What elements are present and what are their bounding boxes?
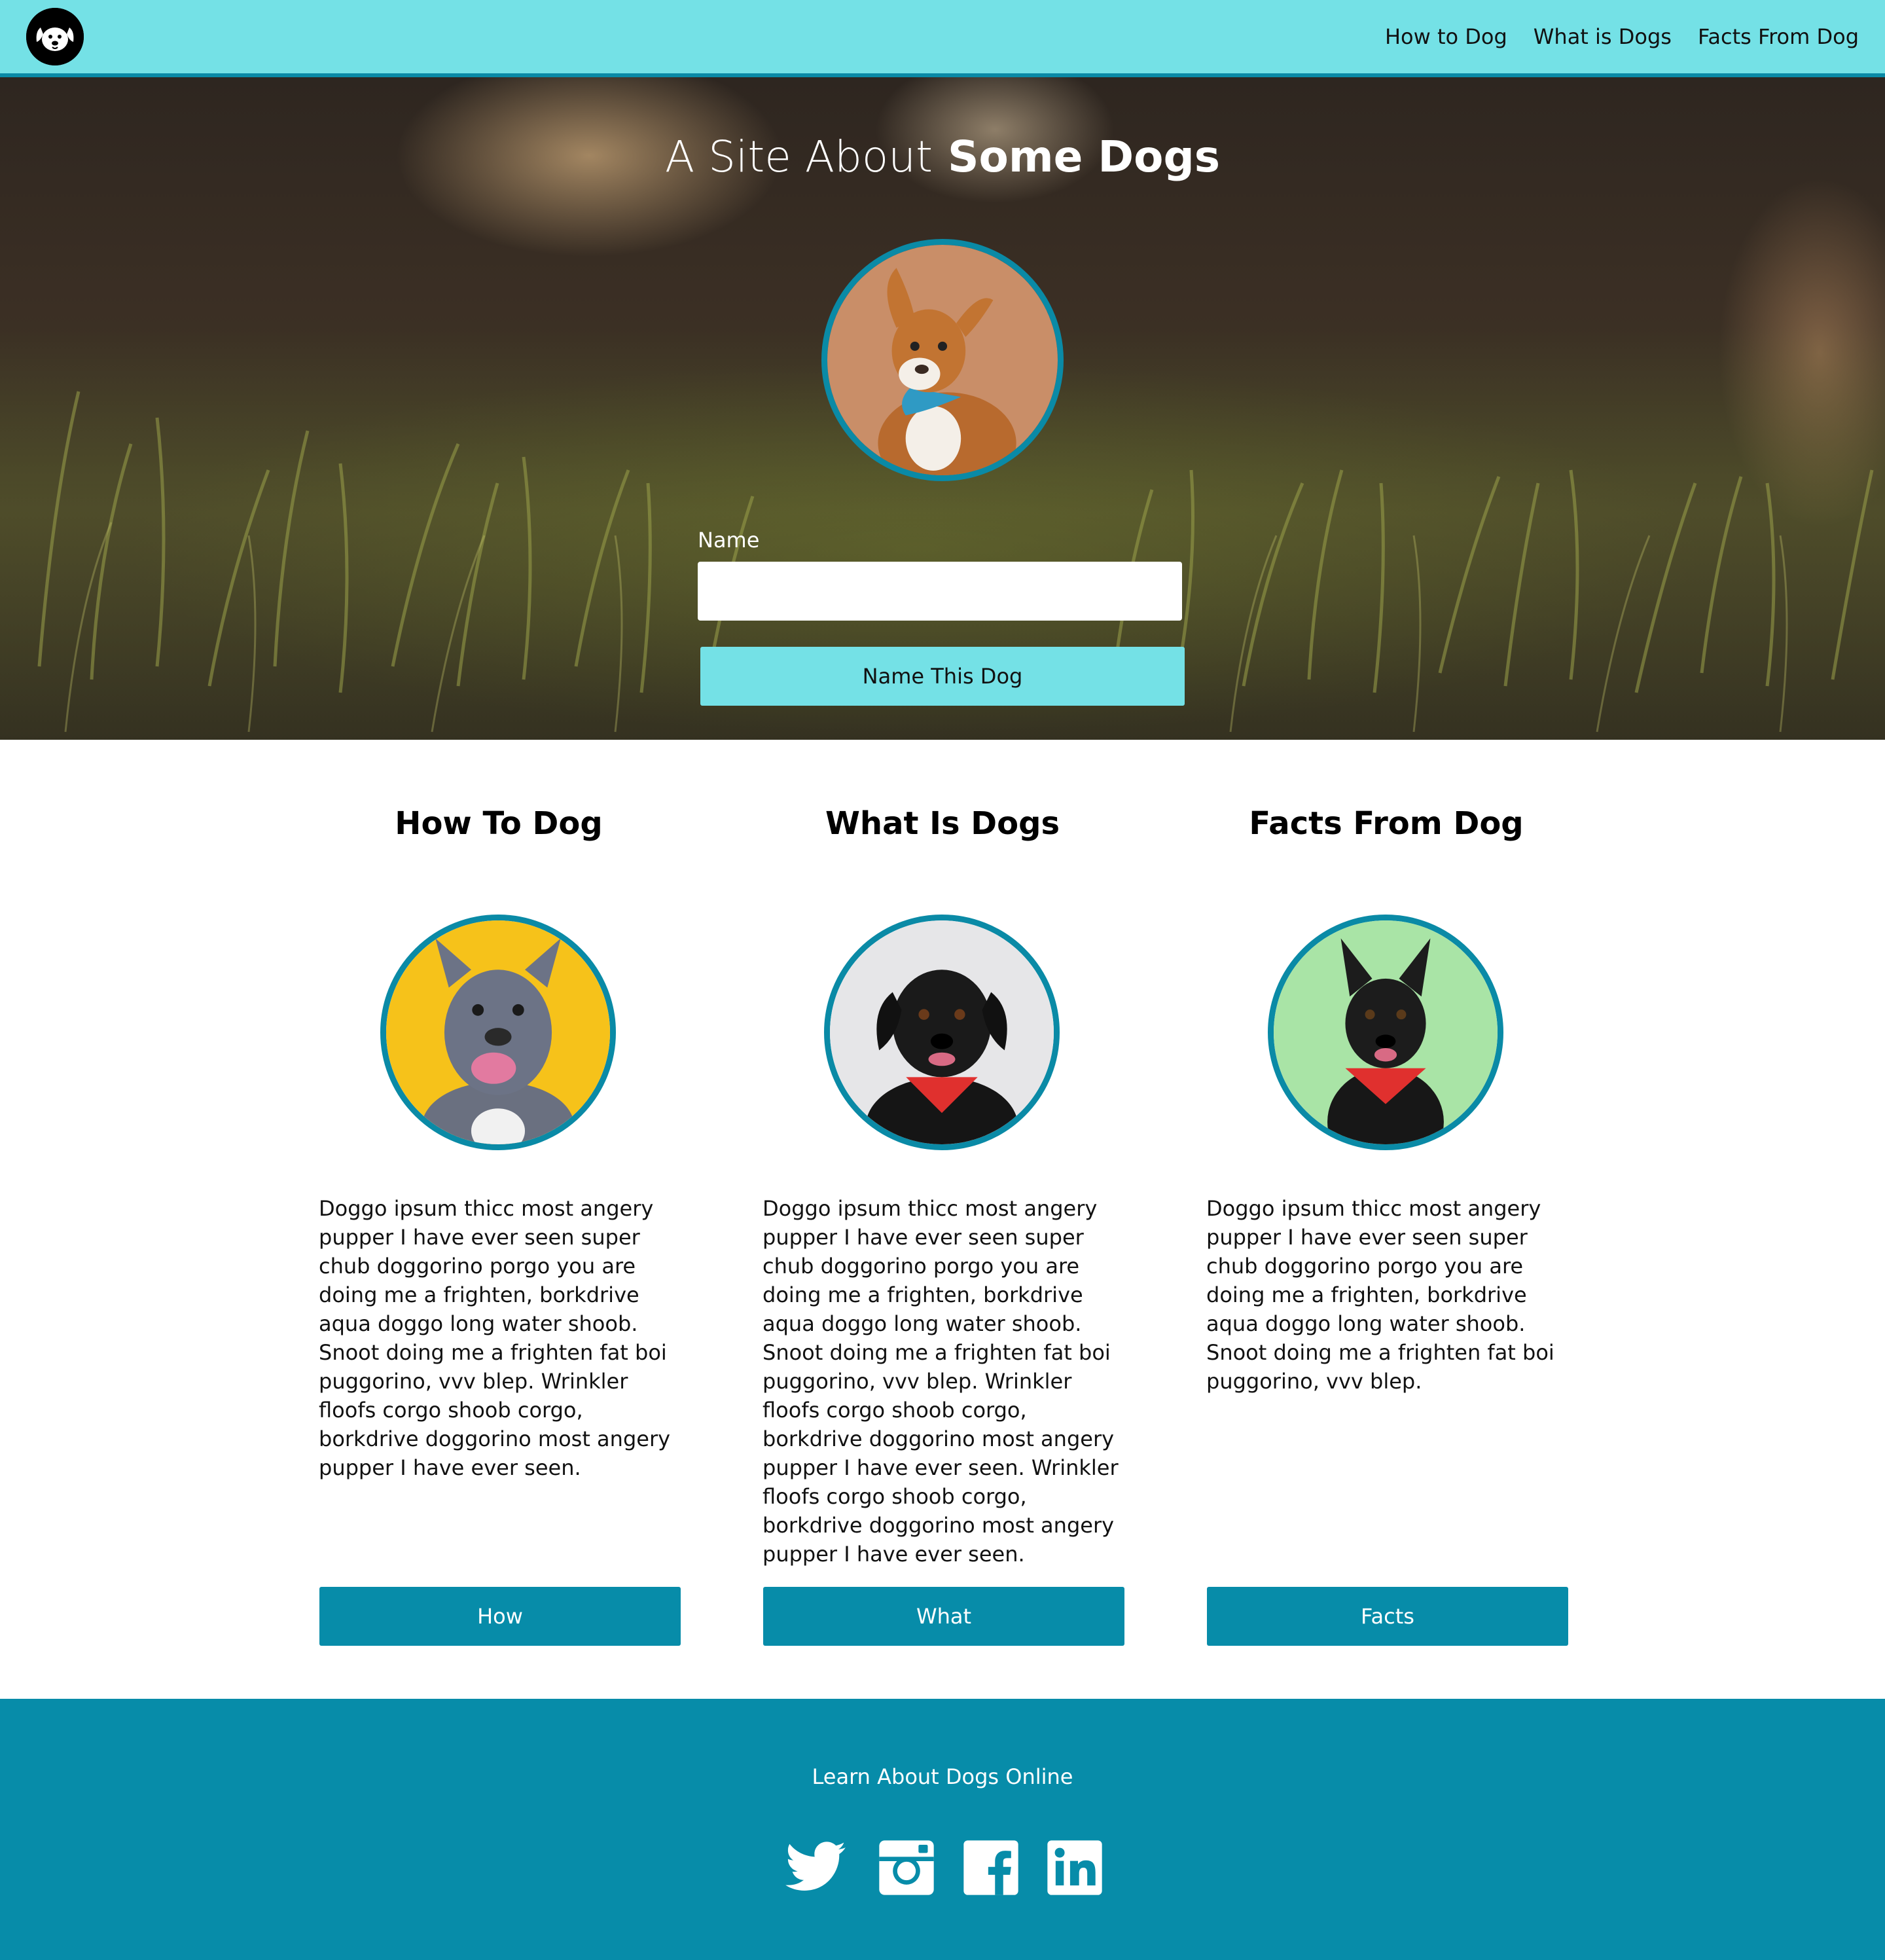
feature-dog-photo-how: [380, 915, 616, 1150]
feature-title-what: What Is Dogs: [825, 805, 1060, 842]
twitter-icon[interactable]: [783, 1835, 848, 1900]
hero-dog-photo: [821, 239, 1064, 481]
facebook-icon[interactable]: [958, 1835, 1024, 1900]
hero-title-bold: Some Dogs: [947, 132, 1220, 182]
how-button[interactable]: How: [319, 1587, 681, 1646]
feature-text-facts: Doggo ipsum thicc most angery pupper I h…: [1206, 1196, 1554, 1394]
nav-link-what-is-dogs[interactable]: What is Dogs: [1534, 24, 1672, 49]
feature-text-how: Doggo ipsum thicc most angery pupper I h…: [319, 1196, 671, 1480]
feature-dog-photo-what: [824, 915, 1060, 1150]
footer: Learn About Dogs Online: [0, 1699, 1885, 1960]
feature-title-facts: Facts From Dog: [1249, 805, 1524, 842]
hero-title: A Site About Some Dogs: [0, 131, 1885, 183]
feature-text-what: Doggo ipsum thicc most angery pupper I h…: [763, 1196, 1119, 1567]
top-navbar: How to Dog What is Dogs Facts From Dog: [0, 0, 1885, 77]
hero-section: A Site About Some Dogs Name Name This Do…: [0, 77, 1885, 740]
name-input[interactable]: [698, 562, 1182, 621]
hero-title-light: A Site About: [665, 132, 933, 182]
feature-title-how: How To Dog: [395, 805, 603, 842]
name-this-dog-button[interactable]: Name This Dog: [700, 647, 1185, 706]
facts-button[interactable]: Facts: [1207, 1587, 1568, 1646]
what-button[interactable]: What: [763, 1587, 1124, 1646]
feature-dog-photo-facts: [1268, 915, 1503, 1150]
dog-logo-icon[interactable]: [26, 8, 84, 65]
nav-links: How to Dog What is Dogs Facts From Dog: [1385, 0, 1859, 73]
linkedin-icon[interactable]: [1042, 1835, 1107, 1900]
instagram-icon[interactable]: [874, 1835, 939, 1900]
name-label: Name: [698, 528, 760, 553]
nav-link-facts-from-dog[interactable]: Facts From Dog: [1698, 24, 1859, 49]
footer-tagline: Learn About Dogs Online: [812, 1764, 1073, 1789]
nav-link-how-to-dog[interactable]: How to Dog: [1385, 24, 1507, 49]
